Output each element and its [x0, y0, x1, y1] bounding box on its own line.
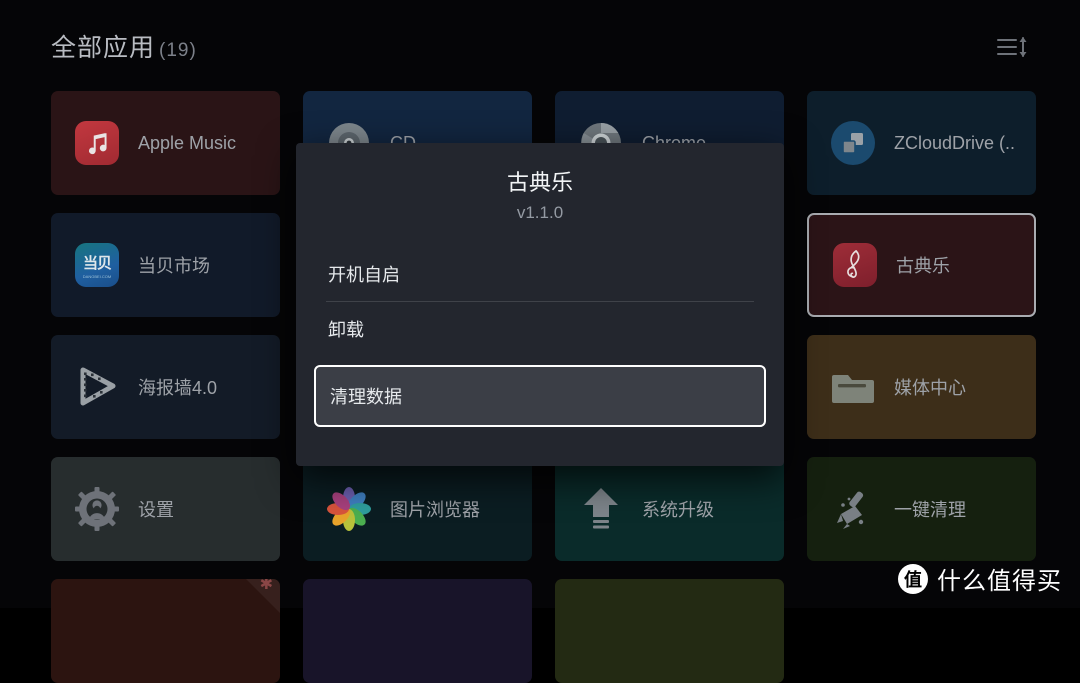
dialog-option-list: 开机自启 卸载 清理数据: [296, 247, 784, 427]
app-tile-zclouddrive[interactable]: ZCloudDrive (..: [807, 91, 1036, 195]
sort-lines-arrow-icon[interactable]: [996, 35, 1030, 59]
app-tile-poster-wall[interactable]: 海报墙4.0: [51, 335, 280, 439]
app-tile-label: 海报墙4.0: [138, 378, 218, 398]
folder-icon: [830, 364, 876, 410]
page-title: 全部应用 (19): [51, 28, 197, 64]
dialog-title: 古典乐: [506, 170, 573, 195]
app-tile-photo-viewer[interactable]: 图片浏览器: [303, 457, 532, 561]
app-tile-media-center[interactable]: 媒体中心: [807, 335, 1036, 439]
dialog-option-clear-data[interactable]: 清理数据: [314, 365, 766, 427]
app-tile-label: Apple Music: [138, 132, 237, 153]
page-title-count: (19): [159, 40, 197, 61]
dialog-option-autostart[interactable]: 开机自启: [326, 247, 754, 301]
app-tile-apple-music[interactable]: Apple Music: [51, 91, 280, 195]
dangbei-market-icon: 当贝 DANGBEI.COM: [74, 242, 120, 288]
star-icon: ✱: [259, 579, 273, 593]
zhi-logo-icon: 值: [898, 563, 928, 594]
app-tile-partial-3[interactable]: [555, 579, 784, 683]
app-tile-system-upgrade[interactable]: 系统升级: [555, 457, 784, 561]
app-tile-label: 一键清理: [894, 500, 966, 520]
app-tile-label: 媒体中心: [894, 378, 966, 398]
dialog-option-uninstall[interactable]: 卸载: [326, 302, 754, 356]
apple-music-icon: [74, 120, 120, 166]
broom-icon: [830, 486, 876, 532]
app-options-dialog: 古典乐 v1.1.0 开机自启 卸载 清理数据: [296, 143, 784, 466]
gear-icon: [74, 486, 120, 532]
zclouddrive-icon: [830, 120, 876, 166]
app-tile-label: ZCloudDrive (..: [894, 132, 1016, 153]
app-tile-partial-1[interactable]: ✱: [51, 579, 280, 683]
page-header: 全部应用 (19): [0, 0, 1080, 82]
treble-clef-icon: [832, 242, 878, 288]
upload-arrow-icon: [578, 486, 624, 532]
all-apps-screen: 全部应用 (19) Apple Music ZCloudDrive (.. 当贝…: [0, 0, 1080, 683]
app-tile-partial-2[interactable]: [303, 579, 532, 683]
app-tile-label: 图片浏览器: [390, 500, 480, 520]
dialog-option-label: 清理数据: [330, 387, 402, 407]
film-strip-play-icon: [74, 364, 120, 410]
app-tile-guanyinyue[interactable]: 古典乐: [807, 213, 1036, 317]
page-title-text: 全部应用: [51, 34, 156, 62]
watermark: 值 什么值得买: [898, 561, 1062, 596]
app-tile-label: 系统升级: [642, 500, 714, 520]
watermark-text: 什么值得买: [937, 568, 1062, 595]
app-tile-dangbei-market[interactable]: 当贝 DANGBEI.COM 当贝市场: [51, 213, 280, 317]
dialog-option-label: 开机自启: [328, 265, 400, 285]
app-tile-label: 设置: [138, 500, 174, 520]
dialog-spacer: [296, 356, 784, 365]
app-tile-label: 当贝市场: [138, 256, 210, 276]
photo-pinwheel-icon: [326, 486, 372, 532]
dialog-version: v1.1.0: [516, 203, 564, 222]
app-tile-settings[interactable]: 设置: [51, 457, 280, 561]
dialog-option-label: 卸载: [328, 320, 364, 340]
app-tile-label: 古典乐: [896, 256, 950, 276]
app-tile-one-key-clean[interactable]: 一键清理: [807, 457, 1036, 561]
